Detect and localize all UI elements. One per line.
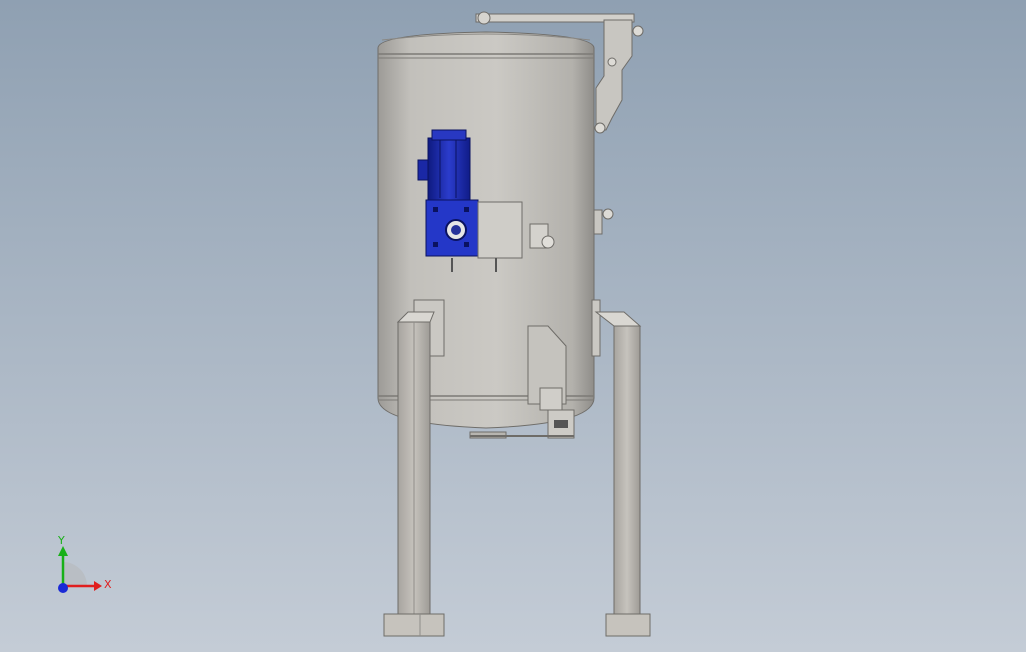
graphics-viewport[interactable]: Y X	[0, 0, 1026, 652]
x-axis-label: X	[104, 578, 112, 591]
y-axis-label: Y	[57, 534, 65, 547]
model-view[interactable]: Y X	[0, 0, 1026, 652]
z-axis-dot	[58, 583, 68, 593]
leg-bracket-right	[591, 299, 601, 357]
